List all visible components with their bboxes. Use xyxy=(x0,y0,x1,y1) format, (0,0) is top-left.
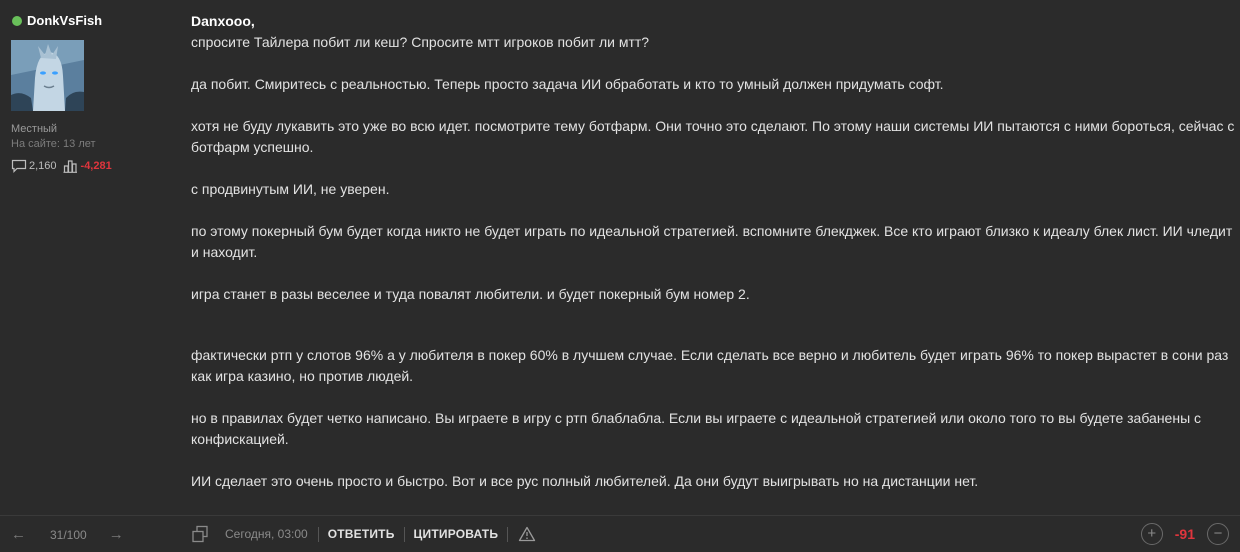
copy-link-icon[interactable] xyxy=(191,525,209,543)
online-status-icon xyxy=(12,15,22,26)
arrow-left-icon[interactable]: ← xyxy=(11,526,26,543)
avatar[interactable] xyxy=(11,40,84,111)
post-paragraph: игра станет в разы веселее и туда поваля… xyxy=(191,286,750,302)
upvote-button[interactable]: + xyxy=(1140,523,1163,545)
divider xyxy=(317,526,319,542)
post-paragraph: спросите Тайлера побит ли кеш? Спросите … xyxy=(191,34,650,50)
post-paragraph: хотя не буду лукавить это уже во всю иде… xyxy=(191,118,1235,155)
arrow-right-icon[interactable]: → xyxy=(109,526,124,543)
post-paragraph: но в правилах будет четко написано. Вы и… xyxy=(191,410,1202,447)
comment-icon xyxy=(11,159,27,173)
author-rank: Местный xyxy=(11,123,58,135)
warning-icon[interactable] xyxy=(518,526,536,542)
post-actions: Сегодня, 03:00 ОТВЕТИТЬ ЦИТИРОВАТЬ xyxy=(191,525,536,543)
post-paragraph: по этому покерный бум будет когда никто … xyxy=(191,223,1233,260)
post-timestamp[interactable]: Сегодня, 03:00 xyxy=(225,527,308,541)
post-score: -91 xyxy=(1174,526,1195,542)
author-stats: 2,160 -4,281 xyxy=(11,159,112,173)
post-footer: ← 31/100 → Сегодня, 03:00 ОТВЕТИТЬ ЦИТИР… xyxy=(0,515,1240,552)
author-header: DonkVsFish xyxy=(12,13,102,28)
post-paragraph: да побит. Смиритесь с реальностью. Тепер… xyxy=(191,76,944,92)
author-panel: DonkVsFish Местный На сайте: 13 лет 2,16… xyxy=(0,0,175,515)
author-reputation[interactable]: -4,281 xyxy=(81,160,112,172)
author-username[interactable]: DonkVsFish xyxy=(27,13,102,28)
downvote-button[interactable]: − xyxy=(1207,523,1229,545)
author-post-count[interactable]: 2,160 xyxy=(29,160,57,172)
post-position: 31/100 xyxy=(50,527,87,542)
post-paragraph: фактически ртп у слотов 96% а у любителя… xyxy=(191,347,1229,384)
chart-bars-icon xyxy=(63,159,79,173)
post-paragraph: ИИ сделает это очень просто и быстро. Во… xyxy=(191,473,979,489)
vote-widget: + -91 − xyxy=(1140,523,1229,545)
post-body: Danxooo, спросите Тайлера побит ли кеш? … xyxy=(191,11,1236,492)
reply-button[interactable]: ОТВЕТИТЬ xyxy=(328,527,395,541)
quote-button[interactable]: ЦИТИРОВАТЬ xyxy=(414,527,499,541)
divider xyxy=(403,526,405,542)
quoted-user[interactable]: Danxooo, xyxy=(191,11,1236,32)
post-paragraph: с продвинутым ИИ, не уверен. xyxy=(191,181,390,197)
divider xyxy=(507,526,509,542)
post-pager: ← 31/100 → xyxy=(11,526,124,543)
author-membership: На сайте: 13 лет xyxy=(11,138,96,150)
